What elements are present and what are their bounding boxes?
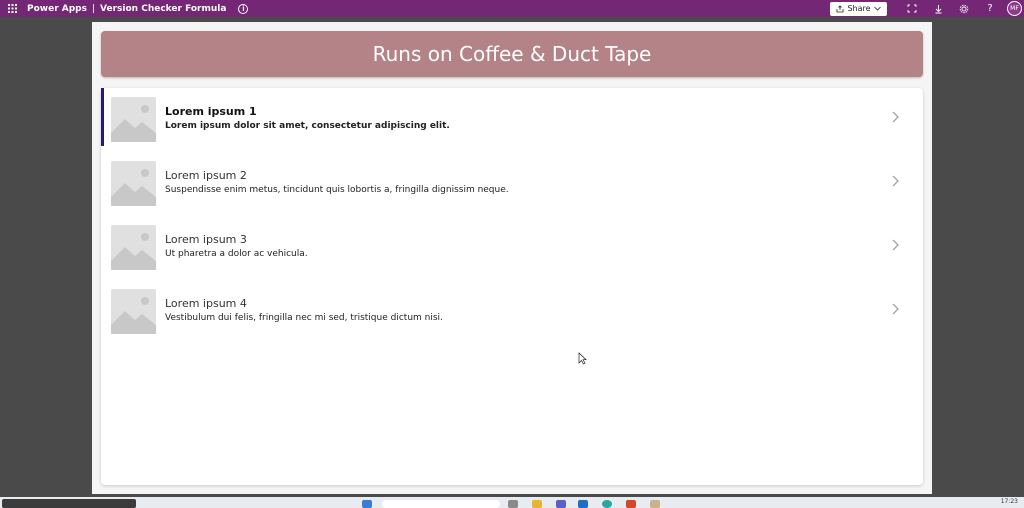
- image-placeholder-icon: [111, 289, 156, 334]
- taskbar-search-box[interactable]: [382, 500, 500, 508]
- product-name: Power Apps: [27, 3, 87, 14]
- title-separator: |: [91, 3, 96, 14]
- help-icon[interactable]: ?: [977, 0, 1003, 17]
- mouse-cursor-icon: [578, 352, 587, 365]
- app-icon[interactable]: [650, 500, 660, 508]
- item-title: Lorem ipsum 4: [165, 297, 247, 310]
- item-subtitle: Vestibulum dui felis, fringilla nec mi s…: [165, 313, 443, 323]
- file-explorer-icon[interactable]: [532, 500, 542, 508]
- gallery-item-3[interactable]: Lorem ipsum 3 Ut pharetra a dolor ac veh…: [101, 216, 923, 274]
- windows-start-icon[interactable]: [362, 500, 372, 508]
- fit-to-window-icon[interactable]: [899, 0, 925, 17]
- app-title: Version Checker Formula: [100, 3, 227, 14]
- item-title: Lorem ipsum 1: [165, 105, 257, 118]
- share-label: Share: [847, 4, 871, 13]
- teams-icon[interactable]: [556, 500, 566, 508]
- item-subtitle: Suspendisse enim metus, tincidunt quis l…: [165, 185, 509, 195]
- image-placeholder-icon: [111, 225, 156, 270]
- settings-gear-icon[interactable]: [951, 0, 977, 17]
- item-subtitle: Lorem ipsum dolor sit amet, consectetur …: [165, 121, 450, 131]
- taskbar-window-preview[interactable]: [2, 499, 136, 508]
- download-icon[interactable]: [925, 0, 951, 17]
- gallery-item-1[interactable]: Lorem ipsum 1 Lorem ipsum dolor sit amet…: [101, 88, 923, 146]
- item-subtitle: Ut pharetra a dolor ac vehicula.: [165, 249, 308, 259]
- share-button[interactable]: Share: [830, 1, 887, 16]
- edge-browser-icon[interactable]: [602, 500, 612, 508]
- outlook-icon[interactable]: [578, 500, 588, 508]
- gallery: Lorem ipsum 1 Lorem ipsum dolor sit amet…: [101, 88, 923, 485]
- task-view-icon[interactable]: [508, 500, 518, 508]
- share-icon: [837, 4, 844, 12]
- chevron-right-icon[interactable]: [889, 301, 901, 317]
- app-launcher-icon[interactable]: [0, 0, 24, 17]
- image-placeholder-icon: [111, 97, 156, 142]
- gallery-item-4[interactable]: Lorem ipsum 4 Vestibulum dui felis, frin…: [101, 280, 923, 338]
- item-title: Lorem ipsum 2: [165, 169, 247, 182]
- header-title: Runs on Coffee & Duct Tape: [372, 42, 652, 66]
- chevron-right-icon[interactable]: [889, 109, 901, 125]
- chevron-right-icon[interactable]: [889, 237, 901, 253]
- item-title: Lorem ipsum 3: [165, 233, 247, 246]
- image-placeholder-icon: [111, 161, 156, 206]
- os-taskbar: 17:23: [0, 497, 1024, 508]
- powerpoint-icon[interactable]: [626, 500, 636, 508]
- app-canvas: Runs on Coffee & Duct Tape Lorem ipsum 1…: [92, 22, 932, 494]
- top-bar: Power Apps | Version Checker Formula i S…: [0, 0, 1024, 17]
- chevron-down-icon: [873, 6, 881, 11]
- header-banner: Runs on Coffee & Duct Tape: [101, 31, 923, 77]
- chevron-right-icon[interactable]: [889, 173, 901, 189]
- clock: 17:23: [1000, 498, 1018, 505]
- info-icon[interactable]: i: [238, 3, 249, 14]
- avatar[interactable]: MF: [1007, 1, 1022, 16]
- gallery-item-2[interactable]: Lorem ipsum 2 Suspendisse enim metus, ti…: [101, 152, 923, 210]
